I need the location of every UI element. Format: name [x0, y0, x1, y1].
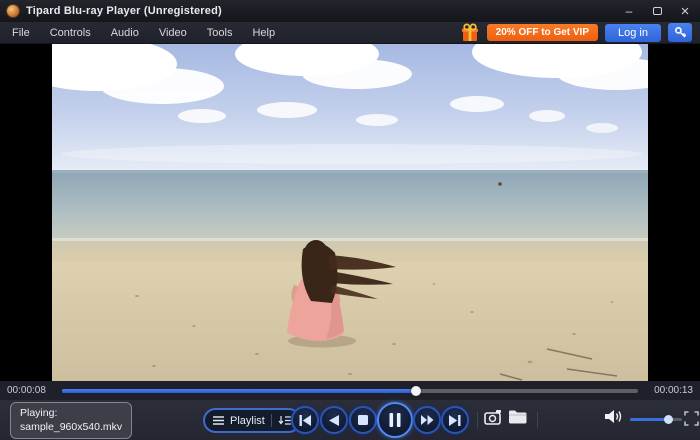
stop-icon: [358, 415, 368, 425]
menu-list-icon: [213, 416, 224, 425]
beach-scene: [52, 44, 648, 381]
app-logo-icon: [6, 4, 20, 18]
current-time-label: 00:00:08: [7, 385, 46, 396]
window-title: Tipard Blu-ray Player (Unregistered): [26, 5, 222, 17]
control-bar: Playing: sample_960x540.mkv Playlist: [0, 400, 700, 440]
app-window: Tipard Blu-ray Player (Unregistered) – ×…: [0, 0, 700, 440]
menu-item-tools[interactable]: Tools: [197, 22, 243, 44]
login-button[interactable]: Log in: [605, 23, 661, 42]
folder-icon: [509, 410, 527, 424]
next-button[interactable]: [441, 406, 469, 434]
menu-item-controls[interactable]: Controls: [40, 22, 101, 44]
seek-thumb[interactable]: [411, 385, 422, 396]
register-button[interactable]: [668, 23, 692, 42]
seek-progress: [62, 388, 417, 393]
playlist-label: Playlist: [230, 414, 265, 427]
previous-button[interactable]: [291, 406, 319, 434]
total-time-label: 00:00:13: [654, 385, 693, 396]
now-playing-line1: Playing:: [20, 407, 58, 419]
rewind-icon: [329, 414, 339, 426]
volume-fill: [630, 418, 669, 421]
menu-item-audio[interactable]: Audio: [101, 22, 149, 44]
maximize-icon: [652, 7, 662, 15]
forward-icon: [420, 415, 433, 425]
open-file-button[interactable]: [508, 409, 528, 425]
snapshot-button[interactable]: [484, 409, 504, 425]
title-bar: Tipard Blu-ray Player (Unregistered) – ×: [0, 0, 700, 22]
menu-item-video[interactable]: Video: [149, 22, 197, 44]
volume-thumb[interactable]: [664, 415, 674, 424]
mute-button[interactable]: [605, 409, 623, 424]
maximize-button[interactable]: [648, 3, 666, 19]
key-icon: [674, 26, 687, 39]
fullscreen-icon: [684, 411, 699, 426]
divider: [537, 412, 538, 428]
seek-bar[interactable]: [62, 385, 638, 396]
forward-button[interactable]: [413, 406, 441, 434]
minimize-button[interactable]: –: [620, 3, 638, 19]
now-playing-tooltip: Playing: sample_960x540.mkv: [10, 402, 133, 440]
sort-order-icon[interactable]: [278, 415, 291, 426]
rewind-button[interactable]: [320, 406, 348, 434]
seek-row: 00:00:08 00:00:13: [0, 381, 700, 400]
fullscreen-button[interactable]: [684, 411, 699, 426]
now-playing-line2: sample_960x540.mkv: [20, 421, 123, 434]
playlist-button[interactable]: Playlist: [203, 408, 301, 433]
divider: [477, 412, 478, 428]
volume-icon: [605, 410, 622, 423]
pause-icon: [389, 413, 401, 427]
volume-slider[interactable]: [630, 415, 682, 424]
vip-offer-button[interactable]: 20% OFF to Get VIP: [486, 24, 599, 41]
gift-icon[interactable]: [460, 23, 480, 42]
menu-item-help[interactable]: Help: [242, 22, 285, 44]
previous-icon: [299, 414, 311, 426]
camera-icon: [484, 410, 501, 425]
pill-divider: [270, 414, 272, 427]
pause-button[interactable]: [377, 402, 413, 438]
video-surface[interactable]: [52, 44, 648, 381]
next-icon: [449, 414, 461, 426]
close-button[interactable]: ×: [676, 3, 694, 19]
menu-bar: File Controls Audio Video Tools Help 20%…: [0, 22, 700, 44]
menu-item-file[interactable]: File: [2, 22, 40, 44]
stop-button[interactable]: [349, 406, 377, 434]
video-stage: [0, 44, 700, 381]
